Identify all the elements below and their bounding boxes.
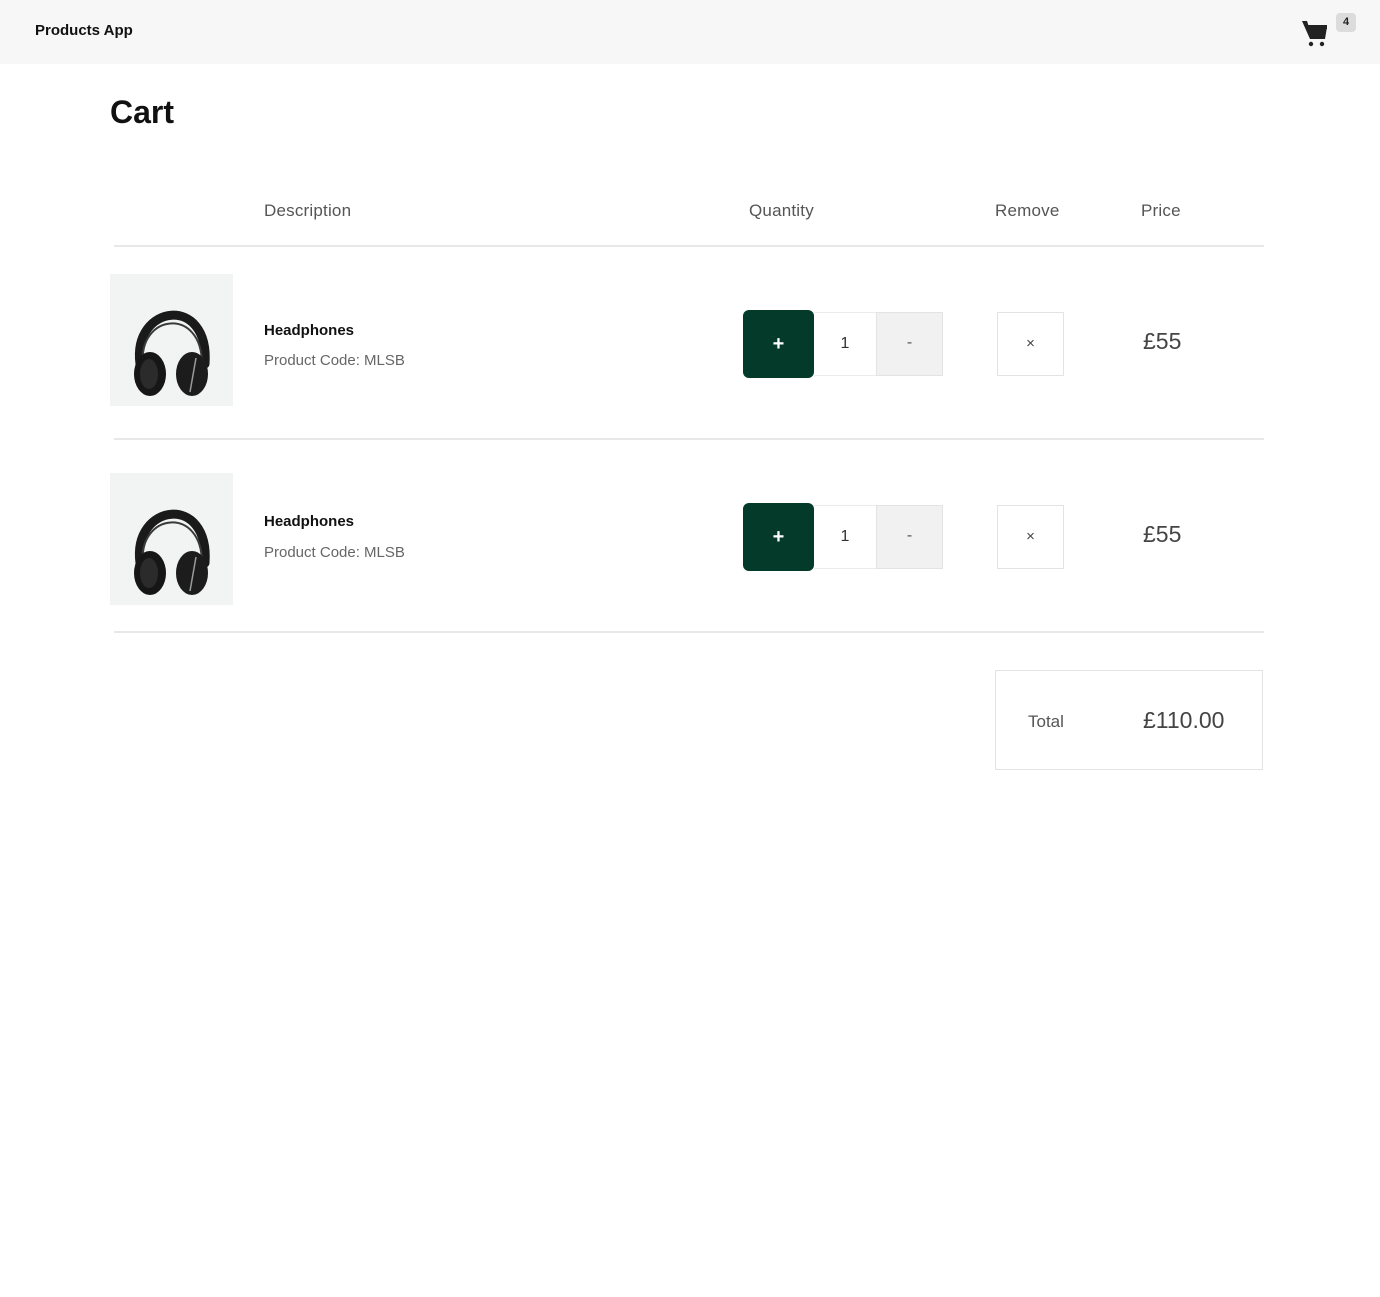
decrease-quantity-button[interactable]: - xyxy=(876,312,943,376)
increase-quantity-button[interactable]: + xyxy=(743,503,814,571)
total-value: £110.00 xyxy=(1143,707,1225,733)
decrease-quantity-button[interactable]: - xyxy=(876,505,943,569)
cart-row: Headphones Product Code: MLSB + 1 - × £5… xyxy=(0,274,1380,414)
order-total-box: Total £110.00 xyxy=(995,670,1263,770)
product-code: Product Code: MLSB xyxy=(264,352,405,369)
top-nav-bar: Products App 4 xyxy=(0,0,1380,64)
product-name: Headphones xyxy=(264,513,355,530)
increase-quantity-button[interactable]: + xyxy=(743,310,814,378)
table-divider xyxy=(114,631,1264,633)
table-divider xyxy=(114,245,1264,247)
page-title: Cart xyxy=(110,94,175,130)
quantity-value: 1 xyxy=(814,505,877,569)
item-price: £55 xyxy=(1143,521,1182,547)
cart-row: Headphones Product Code: MLSB + 1 - × £5… xyxy=(0,473,1380,613)
item-price: £55 xyxy=(1143,328,1182,354)
product-image xyxy=(110,274,233,406)
headphones-image xyxy=(134,310,210,396)
quantity-stepper: + 1 - xyxy=(743,503,943,571)
column-header-remove: Remove xyxy=(995,201,1060,220)
remove-item-button[interactable]: × xyxy=(997,505,1064,569)
shopping-cart-icon xyxy=(1302,21,1327,47)
column-header-description: Description xyxy=(264,201,352,220)
column-header-quantity: Quantity xyxy=(749,201,814,220)
table-divider xyxy=(114,438,1264,440)
quantity-value: 1 xyxy=(814,312,877,376)
cart-count-badge: 4 xyxy=(1336,13,1356,32)
column-header-price: Price xyxy=(1141,201,1181,220)
remove-item-button[interactable]: × xyxy=(997,312,1064,376)
quantity-stepper: + 1 - xyxy=(743,310,943,378)
product-code: Product Code: MLSB xyxy=(264,544,405,561)
total-label: Total xyxy=(1028,712,1064,731)
app-title[interactable]: Products App xyxy=(35,22,133,39)
product-image xyxy=(110,473,233,605)
headphones-image xyxy=(134,509,210,595)
product-name: Headphones xyxy=(264,322,355,339)
cart-button[interactable] xyxy=(1300,16,1330,48)
